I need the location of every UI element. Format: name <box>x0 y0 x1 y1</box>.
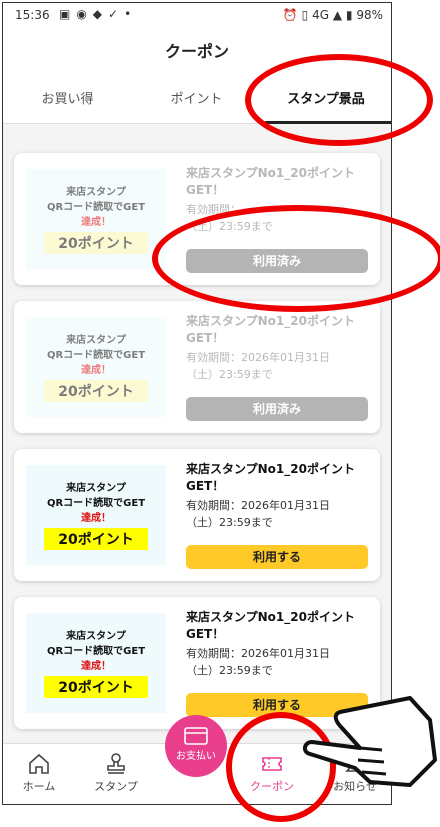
thumb-line1: 来店スタンプ <box>66 187 126 198</box>
annotation-ring-used <box>152 205 440 312</box>
thumb-line2: QRコード読取でGET <box>46 350 146 361</box>
thumb-points: 20ポイント <box>44 232 148 254</box>
battery-level: 98% <box>356 8 383 22</box>
alarm-icon: ⏰ <box>282 8 298 22</box>
vibrate-icon: ▯ <box>301 8 309 22</box>
pointing-hand-icon <box>303 696 437 787</box>
coupon-thumbnail: 来店スタンプ QRコード読取でGET 達成！ 20ポイント <box>26 169 166 269</box>
notification-icons: ▣◉◆✓• <box>59 7 138 21</box>
use-button[interactable]: 利用する <box>186 545 368 569</box>
validity-label: 有効期間：2026年01月31日 <box>186 499 330 512</box>
coupon-validity: 有効期間：2026年01月31日 （土）23:59まで <box>186 497 376 531</box>
validity-label: 有効期間：2026年01月31日 <box>186 351 330 364</box>
thumb-points: 20ポイント <box>44 380 148 402</box>
signal-icon: ▲ <box>332 8 343 22</box>
status-right: ⏰ ▯ 4G ▲ ▮ 98% <box>283 8 383 22</box>
status-time: 15:36 <box>15 8 50 22</box>
tab-deals[interactable]: お買い得 <box>3 77 132 123</box>
used-button[interactable]: 利用済み <box>186 397 368 421</box>
validity-date: （土）23:59まで <box>186 368 273 381</box>
coupon-thumbnail: 来店スタンプ QRコード読取でGET 達成！ 20ポイント <box>26 613 166 713</box>
validity-date: （土）23:59まで <box>186 516 273 529</box>
coupon-thumbnail: 来店スタンプ QRコード読取でGET 達成！ 20ポイント <box>26 317 166 417</box>
validity-date: （土）23:59まで <box>186 664 273 677</box>
thumb-line3: 達成！ <box>81 513 111 524</box>
nav-stamp-label: スタンプ <box>94 780 138 793</box>
stamp-icon <box>107 753 125 774</box>
thumb-line3: 達成！ <box>81 365 111 376</box>
coupon-title: 来店スタンプNo1_20ポイントGET！ <box>186 314 355 345</box>
battery-icon: ▮ <box>345 8 353 22</box>
thumb-points: 20ポイント <box>44 528 148 550</box>
thumb-line2: QRコード読取でGET <box>46 498 146 509</box>
thumb-points: 20ポイント <box>44 676 148 698</box>
coupon-validity: 有効期間：2026年01月31日 （土）23:59まで <box>186 349 376 383</box>
coupon-card[interactable]: 来店スタンプ QRコード読取でGET 達成！ 20ポイント 来店スタンプNo1_… <box>14 449 380 581</box>
thumb-line2: QRコード読取でGET <box>46 202 146 213</box>
annotation-ring-tab <box>245 54 433 146</box>
thumb-line3: 達成！ <box>81 661 111 672</box>
coupon-validity: 有効期間：2026年01月31日 （土）23:59まで <box>186 645 376 679</box>
network-label: 4G <box>312 8 329 22</box>
coupon-title: 来店スタンプNo1_20ポイントGET！ <box>186 462 355 493</box>
nav-home[interactable]: ホーム <box>9 744 69 804</box>
coupon-thumbnail: 来店スタンプ QRコード読取でGET 達成！ 20ポイント <box>26 465 166 565</box>
thumb-line2: QRコード読取でGET <box>46 646 146 657</box>
status-bar: 15:36 ▣◉◆✓• ⏰ ▯ 4G ▲ ▮ 98% <box>3 3 391 27</box>
coupon-title: 来店スタンプNo1_20ポイントGET！ <box>186 610 355 641</box>
thumb-line1: 来店スタンプ <box>66 631 126 642</box>
tab-points[interactable]: ポイント <box>132 77 261 123</box>
pay-label: お支払い <box>176 751 216 762</box>
pay-button[interactable]: お支払い <box>165 715 227 777</box>
nav-stamp[interactable]: スタンプ <box>81 744 151 804</box>
nav-home-label: ホーム <box>22 780 56 793</box>
home-icon <box>29 753 49 774</box>
coupon-card[interactable]: 来店スタンプ QRコード読取でGET 達成！ 20ポイント 来店スタンプNo1_… <box>14 301 380 433</box>
thumb-line1: 来店スタンプ <box>66 335 126 346</box>
thumb-line3: 達成！ <box>81 217 111 228</box>
validity-label: 有効期間：2026年01月31日 <box>186 647 330 660</box>
coupon-title: 来店スタンプNo1_20ポイントGET！ <box>186 166 355 197</box>
thumb-line1: 来店スタンプ <box>66 483 126 494</box>
card-icon <box>184 727 208 745</box>
